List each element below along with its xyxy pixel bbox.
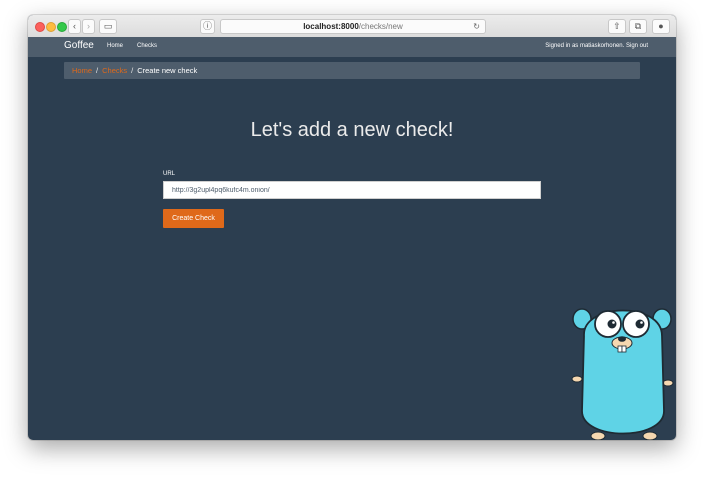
breadcrumb: Home / Checks / Create new check [64,62,640,79]
back-icon[interactable]: ‹ [68,19,81,34]
zoom-window-button[interactable] [57,22,67,32]
breadcrumb-separator: / [131,66,134,75]
create-check-button[interactable]: Create Check [163,209,224,228]
gopher-mascot-image [571,308,674,440]
share-icon[interactable]: ⇧ [608,19,626,34]
app-navbar: Goffee Home Checks Signed in as matiasko… [28,37,676,57]
breadcrumb-checks-link[interactable]: Checks [102,66,127,75]
minimize-window-button[interactable] [46,22,56,32]
breadcrumb-home-link[interactable]: Home [72,66,92,75]
browser-toolbar: ‹ › ▭ ⓘ localhost:8000/checks/new ↻ ⇧ ⧉ … [28,15,676,38]
breadcrumb-current: Create new check [137,66,198,75]
address-bar[interactable]: localhost:8000/checks/new ↻ [220,19,486,34]
tabs-icon[interactable]: ⧉ [629,19,647,34]
forward-icon[interactable]: › [82,19,95,34]
nav-home-link[interactable]: Home [107,43,123,49]
sidebar-icon[interactable]: ▭ [99,19,117,34]
browser-window: ‹ › ▭ ⓘ localhost:8000/checks/new ↻ ⇧ ⧉ … [28,15,676,440]
close-window-button[interactable] [35,22,45,32]
privacy-icon[interactable]: ⓘ [200,19,215,34]
url-input[interactable] [163,181,541,199]
signed-in-status[interactable]: Signed in as matiaskorhonen. Sign out [545,43,648,49]
url-label: URL [163,171,176,177]
download-icon[interactable]: ● [652,19,670,34]
page-title: Let's add a new check! [250,119,454,141]
brand-link[interactable]: Goffee [64,40,94,51]
breadcrumb-separator: / [96,66,99,75]
reload-icon[interactable]: ↻ [473,20,480,33]
url-path: /checks/new [358,22,403,31]
url-host: localhost:8000 [303,22,359,31]
nav-checks-link[interactable]: Checks [137,43,157,49]
